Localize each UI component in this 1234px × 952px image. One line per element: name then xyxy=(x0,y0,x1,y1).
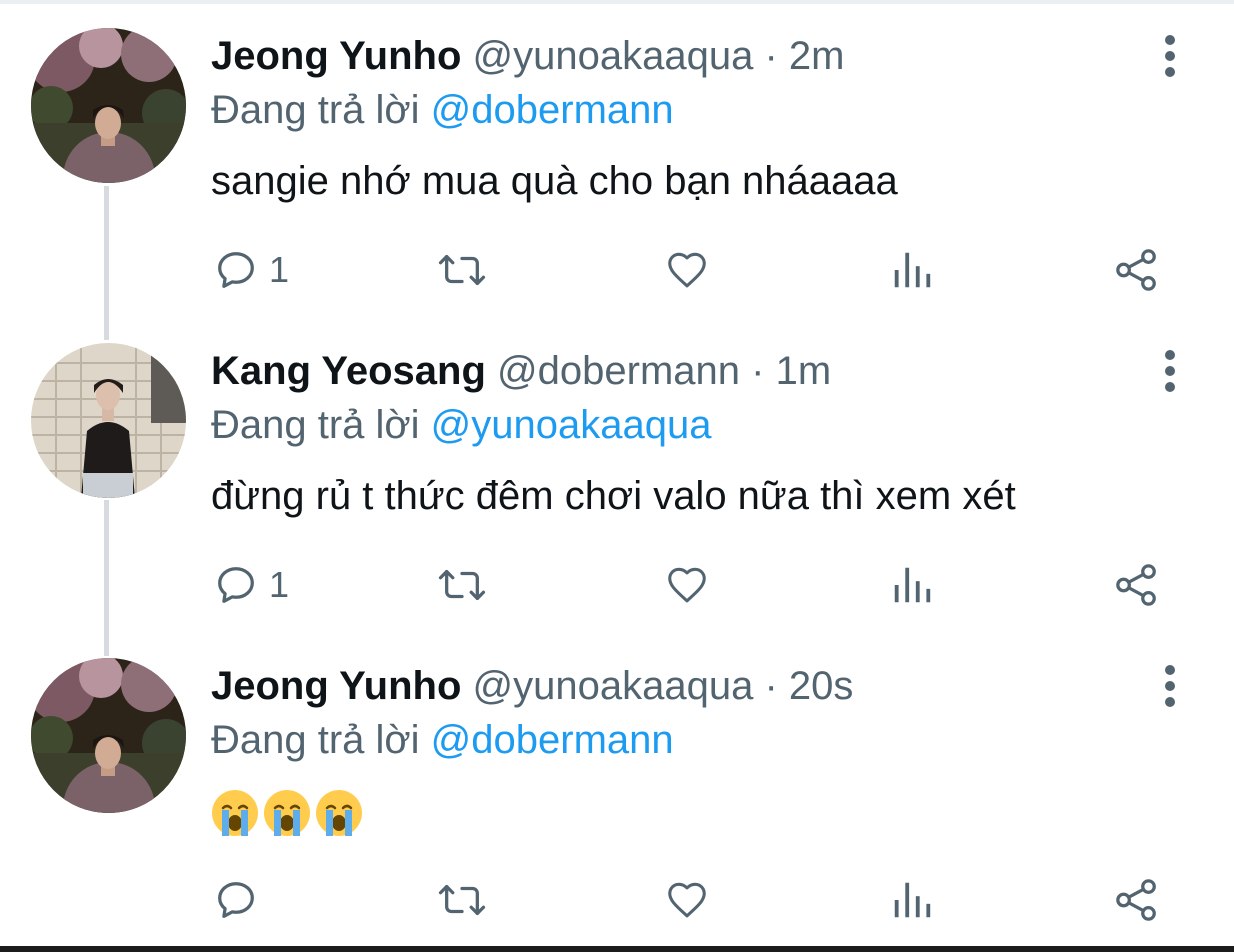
tweet-header: Kang Yeosang @dobermann · 1m xyxy=(211,345,831,397)
replying-to: Đang trả lời @yunoakaaqua xyxy=(211,399,712,451)
more-vertical-icon xyxy=(1165,35,1175,77)
share-button[interactable] xyxy=(1113,245,1161,295)
more-vertical-icon xyxy=(1165,665,1175,707)
more-options-button[interactable] xyxy=(1150,30,1190,82)
views-icon xyxy=(894,882,931,918)
more-vertical-icon xyxy=(1165,350,1175,392)
views-button[interactable] xyxy=(890,560,934,610)
more-options-button[interactable] xyxy=(1150,660,1190,712)
reply-count: 1 xyxy=(269,564,290,605)
separator-dot: · xyxy=(764,34,778,78)
replying-to: Đang trả lời @dobermann xyxy=(211,84,674,136)
bottom-divider xyxy=(0,946,1234,952)
loudly-crying-face-emoji xyxy=(316,790,362,837)
retweet-button[interactable] xyxy=(436,875,488,925)
heart-icon xyxy=(668,882,706,918)
retweet-button[interactable] xyxy=(436,245,488,295)
like-button[interactable] xyxy=(663,875,711,925)
display-name[interactable]: Jeong Yunho xyxy=(211,664,461,708)
share-button[interactable] xyxy=(1113,560,1161,610)
share-icon xyxy=(1116,249,1156,291)
tweet[interactable]: Kang Yeosang @dobermann · 1m Đang trả lờ… xyxy=(0,315,1234,631)
like-button[interactable] xyxy=(663,245,711,295)
tweet-header: Jeong Yunho @yunoakaaqua · 2m xyxy=(211,30,845,82)
replying-to-label: Đang trả lời xyxy=(211,88,420,132)
avatar[interactable] xyxy=(31,343,186,498)
heart-icon xyxy=(668,252,706,288)
reply-icon xyxy=(218,882,254,918)
share-icon xyxy=(1116,564,1156,606)
display-name[interactable]: Kang Yeosang xyxy=(211,349,486,393)
replying-to-label: Đang trả lời xyxy=(211,718,420,762)
tweet-header: Jeong Yunho @yunoakaaqua · 20s xyxy=(211,660,853,712)
heart-icon xyxy=(668,567,706,603)
reply-icon xyxy=(218,252,254,288)
retweet-button[interactable] xyxy=(436,560,488,610)
replying-to-label: Đang trả lời xyxy=(211,403,420,447)
avatar[interactable] xyxy=(31,658,186,813)
timestamp[interactable]: 20s xyxy=(789,664,854,708)
separator-dot: · xyxy=(751,349,765,393)
tweet-text: sangie nhớ mua quà cho bạn nháaaaa xyxy=(211,159,898,203)
reply-button[interactable]: 1 xyxy=(213,245,289,295)
separator-dot: · xyxy=(764,664,778,708)
views-icon xyxy=(894,252,931,288)
tweet-actions: 1 xyxy=(0,560,1234,610)
views-button[interactable] xyxy=(890,245,934,295)
like-button[interactable] xyxy=(663,560,711,610)
reply-button[interactable] xyxy=(213,875,269,925)
mention-link[interactable]: @yunoakaaqua xyxy=(431,403,712,447)
tweet-text-value: 😭😭😭 xyxy=(211,784,215,838)
tweet-text: 😭😭😭 xyxy=(211,784,367,838)
mention-link[interactable]: @dobermann xyxy=(431,88,674,132)
replying-to: Đang trả lời @dobermann xyxy=(211,714,674,766)
user-handle[interactable]: @yunoakaaqua xyxy=(473,34,754,78)
loudly-crying-face-emoji xyxy=(212,790,258,837)
tweet[interactable]: Jeong Yunho @yunoakaaqua · 20s Đang trả … xyxy=(0,630,1234,946)
timestamp[interactable]: 1m xyxy=(776,349,832,393)
share-button[interactable] xyxy=(1113,875,1161,925)
loudly-crying-face-emoji xyxy=(264,790,310,837)
tweet-text: đừng rủ t thức đêm chơi valo nữa thì xem… xyxy=(211,474,1016,518)
retweet-icon xyxy=(438,254,486,286)
share-icon xyxy=(1116,879,1156,921)
user-handle[interactable]: @dobermann xyxy=(497,349,740,393)
more-options-button[interactable] xyxy=(1150,345,1190,397)
retweet-icon xyxy=(438,569,486,601)
mention-link[interactable]: @dobermann xyxy=(431,718,674,762)
reply-icon xyxy=(218,567,254,603)
user-handle[interactable]: @yunoakaaqua xyxy=(473,664,754,708)
timestamp[interactable]: 2m xyxy=(789,34,845,78)
tweet-actions xyxy=(0,875,1234,925)
retweet-icon xyxy=(438,884,486,916)
views-button[interactable] xyxy=(890,875,934,925)
reply-count: 1 xyxy=(269,249,290,290)
views-icon xyxy=(894,567,931,603)
reply-button[interactable]: 1 xyxy=(213,560,289,610)
tweet-actions: 1 xyxy=(0,245,1234,295)
avatar[interactable] xyxy=(31,28,186,183)
display-name[interactable]: Jeong Yunho xyxy=(211,34,461,78)
tweet[interactable]: Jeong Yunho @yunoakaaqua · 2m Đang trả l… xyxy=(0,0,1234,316)
